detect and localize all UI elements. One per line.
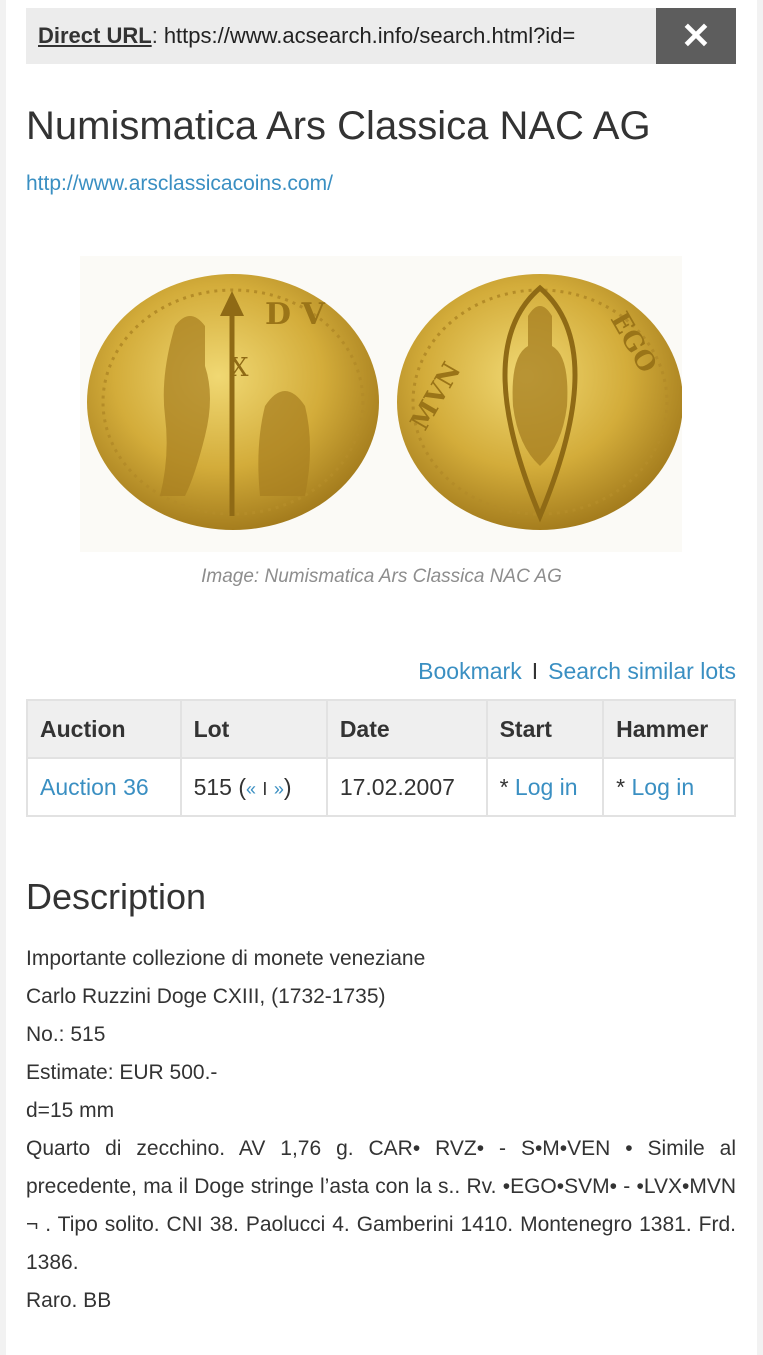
lot-nav-separator: I xyxy=(262,778,268,799)
description-line: Carlo Ruzzini Doge CXIII, (1732-1735) xyxy=(26,985,386,1008)
hammer-login-link[interactable]: Log in xyxy=(632,774,695,800)
direct-url-text[interactable]: https://www.acsearch.info/search.html?id… xyxy=(164,23,619,49)
page-title: Numismatica Ars Classica NAC AG xyxy=(26,104,651,148)
description-line: d=15 mm xyxy=(26,1099,115,1122)
cell-date: 17.02.2007 xyxy=(325,757,488,817)
coin-obverse: D V X xyxy=(87,274,379,530)
direct-url-colon: : xyxy=(151,23,158,48)
start-prefix: * xyxy=(499,773,509,800)
header-auction: Auction xyxy=(26,699,182,759)
header-start: Start xyxy=(485,699,605,759)
cell-hammer: * Log in xyxy=(602,757,736,817)
lot-table-header: Auction Lot Date Start Hammer xyxy=(26,699,736,759)
close-button[interactable]: ✕ xyxy=(656,8,736,64)
description-heading: Description xyxy=(26,876,207,917)
image-caption: Image: Numismatica Ars Classica NAC AG xyxy=(201,566,562,587)
close-icon: ✕ xyxy=(680,15,712,56)
coin-reverse: MVN EGO xyxy=(397,274,683,530)
next-lot-link[interactable]: » xyxy=(274,779,284,799)
header-hammer: Hammer xyxy=(602,699,736,759)
search-similar-link[interactable]: Search similar lots xyxy=(548,658,736,684)
header-date: Date xyxy=(325,699,488,759)
coin-image[interactable]: D V X MVN EGO xyxy=(80,256,683,552)
lot-number: 515 xyxy=(193,773,232,800)
description-grade: Raro. BB xyxy=(26,1289,112,1312)
direct-url-bar: Direct URL : https://www.acsearch.info/s… xyxy=(26,8,736,64)
coin-image-svg: D V X MVN EGO xyxy=(87,274,683,530)
description-line: Importante collezione di monete venezian… xyxy=(26,947,426,970)
table-row: Auction 36 515 (« I ») 17.02.2007 * Log … xyxy=(26,757,736,817)
actions-separator: I xyxy=(531,658,539,684)
cell-lot: 515 (« I ») xyxy=(179,757,328,817)
description-line: No.: 515 xyxy=(26,1023,106,1046)
direct-url-label[interactable]: Direct URL xyxy=(26,23,152,49)
cell-start: * Log in xyxy=(485,757,605,817)
auction-link[interactable]: Auction 36 xyxy=(40,774,149,800)
svg-text:D V: D V xyxy=(265,297,325,332)
hammer-prefix: * xyxy=(616,773,626,800)
description-line: Estimate: EUR 500.- xyxy=(26,1061,218,1084)
lot-actions: Bookmark I Search similar lots xyxy=(418,658,736,685)
start-login-link[interactable]: Log in xyxy=(515,774,578,800)
previous-lot-link[interactable]: « xyxy=(246,779,256,799)
description-text: Quarto di zecchino. AV 1,76 g. CAR• RVZ•… xyxy=(26,1137,736,1274)
lot-table: Auction Lot Date Start Hammer Auction 36… xyxy=(26,699,736,817)
dealer-website-link[interactable]: http://www.arsclassicacoins.com/ xyxy=(26,172,333,196)
page: Direct URL : https://www.acsearch.info/s… xyxy=(6,0,757,1355)
description-body: Importante collezione di monete venezian… xyxy=(26,940,736,1320)
cell-auction: Auction 36 xyxy=(26,757,182,817)
header-lot: Lot xyxy=(179,699,328,759)
svg-text:X: X xyxy=(230,353,249,383)
bookmark-link[interactable]: Bookmark xyxy=(418,658,522,684)
